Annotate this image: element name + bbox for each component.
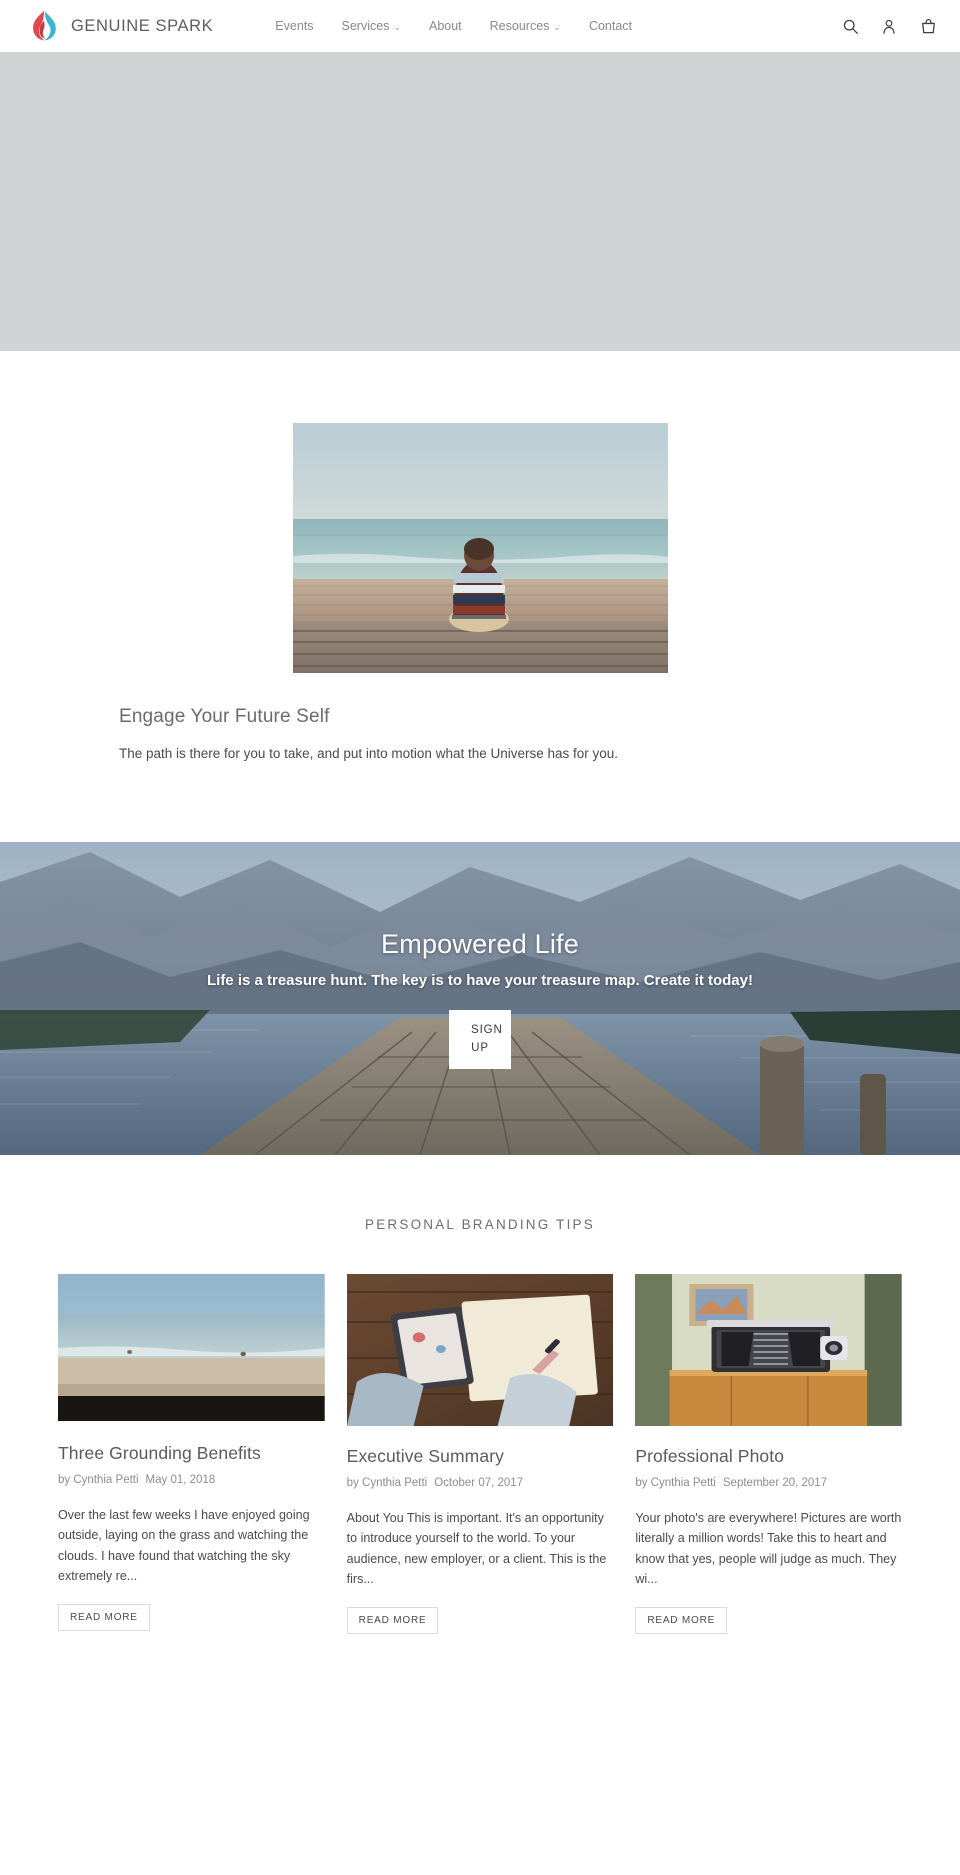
read-more-button[interactable]: READ MORE — [635, 1607, 728, 1635]
feature-section: Engage Your Future Self The path is ther… — [0, 351, 960, 842]
blog-card-date: September 20, 2017 — [722, 1477, 828, 1490]
flame-logo-icon — [26, 8, 62, 44]
blog-card-date: October 07, 2017 — [434, 1477, 524, 1490]
blog-card-author: by Cynthia Petti — [635, 1477, 716, 1490]
blog-card-thumbnail[interactable] — [635, 1274, 903, 1427]
blog-card-thumbnail[interactable] — [58, 1274, 325, 1422]
nav-label: About — [428, 19, 462, 33]
nav-label: Events — [275, 19, 314, 33]
read-more-button[interactable]: READ MORE — [58, 1604, 150, 1632]
brand-name: GENUINE SPARK — [71, 16, 214, 35]
blog-card-title[interactable]: Three Grounding Benefits — [58, 1443, 325, 1465]
blog-card-author: by Cynthia Petti — [346, 1477, 428, 1490]
search-icon[interactable] — [840, 16, 860, 36]
site-header: GENUINE SPARK Events Services ⌄ About Re… — [0, 0, 960, 52]
feature-title: Engage Your Future Self — [119, 706, 330, 727]
main-navigation: Events Services ⌄ About Resources ⌄ Cont… — [275, 13, 840, 39]
brand-logo-link[interactable]: GENUINE SPARK — [26, 8, 213, 44]
nav-label: Resources — [489, 19, 550, 33]
blog-card-meta: by Cynthia Petti September 20, 2017 — [635, 1477, 902, 1489]
feature-image — [292, 423, 668, 673]
header-actions — [840, 16, 938, 36]
blog-card: Executive Summary by Cynthia Petti Octobe… — [346, 1274, 614, 1635]
blog-card-title[interactable]: Executive Summary — [347, 1446, 614, 1468]
blog-card-thumbnail[interactable] — [346, 1274, 614, 1427]
nav-item-about[interactable]: About — [415, 13, 476, 39]
nav-item-contact[interactable]: Contact — [575, 13, 646, 39]
sign-up-button[interactable]: SIGN UP — [449, 1009, 511, 1069]
banner-subtitle: Life is a treasure hunt. The key is to h… — [206, 971, 753, 989]
blog-card: Three Grounding Benefits by Cynthia Pett… — [58, 1274, 325, 1632]
banner-content: Empowered Life Life is a treasure hunt. … — [150, 929, 810, 1069]
blog-section: PERSONAL BRANDING TIPS Three Grounding B… — [0, 1155, 960, 1635]
blog-card-meta: by Cynthia Petti May 01, 2018 — [58, 1474, 325, 1486]
blog-card-excerpt: Your photo's are everywhere! Pictures ar… — [635, 1511, 902, 1586]
blog-card-excerpt: About You This is important. It's an opp… — [346, 1511, 607, 1586]
blog-card-excerpt: Over the last few weeks I have enjoyed g… — [58, 1508, 310, 1583]
blog-card-date: May 01, 2018 — [145, 1474, 216, 1487]
promo-banner: Empowered Life Life is a treasure hunt. … — [0, 842, 960, 1156]
blog-card-title[interactable]: Professional Photo — [635, 1446, 902, 1468]
blog-card-meta: by Cynthia Petti October 07, 2017 — [347, 1477, 614, 1489]
feature-text: The path is there for you to take, and p… — [119, 746, 619, 761]
blog-card-author: by Cynthia Petti — [58, 1474, 139, 1487]
nav-label: Contact — [588, 19, 633, 33]
read-more-button[interactable]: READ MORE — [346, 1607, 439, 1635]
nav-item-events[interactable]: Events — [275, 13, 327, 39]
nav-label: Services — [341, 19, 390, 33]
chevron-down-icon: ⌄ — [553, 21, 561, 32]
blog-card: Professional Photo by Cynthia Petti Septe… — [635, 1274, 903, 1635]
nav-item-resources[interactable]: Resources ⌄ — [476, 13, 575, 39]
nav-item-services[interactable]: Services ⌄ — [328, 13, 415, 39]
blog-section-heading: PERSONAL BRANDING TIPS — [365, 1217, 595, 1233]
account-icon[interactable] — [879, 16, 899, 36]
blog-grid: Three Grounding Benefits by Cynthia Pett… — [0, 1274, 960, 1635]
chevron-down-icon: ⌄ — [393, 21, 401, 32]
cart-icon[interactable] — [918, 16, 938, 36]
banner-title: Empowered Life — [381, 928, 579, 959]
hero-image-placeholder — [0, 52, 960, 351]
